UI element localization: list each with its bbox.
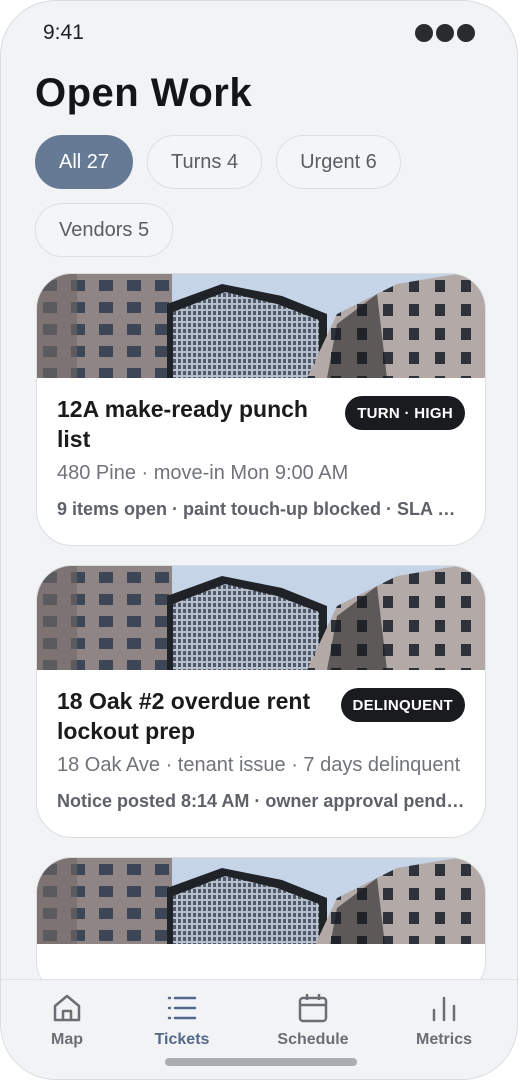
- page-title: Open Work: [35, 71, 253, 115]
- filter-chips: All 27 Turns 4 Urgent 6 Vendors 5: [35, 135, 485, 257]
- tab-label: Metrics: [415, 1031, 473, 1048]
- tab-label: Schedule: [277, 1031, 349, 1048]
- home-icon: [17, 990, 117, 1026]
- card-meta: Notice posted 8:14 AM · owner approval p…: [57, 791, 465, 811]
- card-subtitle: 480 Pine · move-in Mon 9:00 AM: [57, 462, 349, 484]
- calendar-icon: [263, 990, 363, 1026]
- tab-label: Map: [51, 1031, 83, 1048]
- tab-label: Tickets: [154, 1031, 210, 1048]
- status-badge: TURN · HIGH: [345, 396, 465, 430]
- card-photo: [37, 566, 485, 670]
- work-card[interactable]: 18 Oak #2 overdue rent lockout prep DELI…: [36, 565, 486, 838]
- card-photo: [37, 858, 485, 944]
- card-photo: [37, 274, 485, 378]
- card-subtitle: 18 Oak Ave · tenant issue · 7 days delin…: [57, 754, 461, 776]
- filter-chip-urgent[interactable]: Urgent 6: [276, 135, 401, 189]
- bar-chart-icon: [394, 990, 494, 1026]
- filter-chip-turns[interactable]: Turns 4: [147, 135, 263, 189]
- work-card[interactable]: 12A make-ready punch list TURN · HIGH 48…: [36, 273, 486, 546]
- filter-chip-all[interactable]: All 27: [35, 135, 134, 189]
- status-badge: DELINQUENT: [340, 688, 465, 722]
- home-indicator: [165, 1058, 357, 1066]
- more-dots-icon[interactable]: [415, 24, 475, 42]
- tab-tickets[interactable]: Tickets: [132, 990, 232, 1049]
- work-card-partial[interactable]: [36, 857, 486, 997]
- card-title: 18 Oak #2 overdue rent lockout prep: [57, 688, 311, 744]
- card-title: 12A make-ready punch list: [57, 396, 308, 452]
- list-icon: [132, 990, 232, 1026]
- status-bar: 9:41: [43, 19, 475, 47]
- tab-map[interactable]: Map: [17, 990, 117, 1049]
- tab-schedule[interactable]: Schedule: [263, 990, 363, 1049]
- tab-metrics[interactable]: Metrics: [394, 990, 494, 1049]
- phone-frame: 9:41 Open Work All 27 Turns 4 Urgent 6 V…: [0, 0, 518, 1080]
- card-meta: 9 items open · paint touch-up blocked · …: [57, 499, 465, 519]
- status-time: 9:41: [43, 21, 84, 44]
- filter-chip-vendors[interactable]: Vendors 5: [35, 203, 174, 257]
